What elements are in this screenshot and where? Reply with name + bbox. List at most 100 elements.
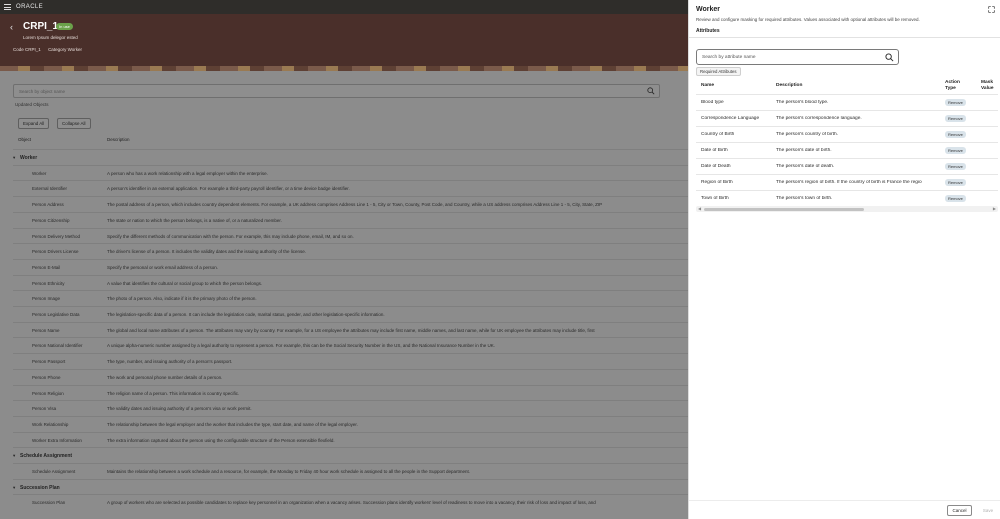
object-name: Person Phone [32, 374, 61, 380]
action-type-remove[interactable]: Remove [945, 195, 966, 202]
table-row[interactable]: External Identifier A person's identifier… [13, 180, 688, 196]
object-name: Person Citizenship [32, 217, 70, 223]
table-row[interactable]: Person Ethnicity A value that identifies … [13, 274, 688, 291]
table-row[interactable]: Person Legislative Data The legislation-s… [13, 306, 688, 322]
table-row[interactable]: Succession Plan A group of workers who ar… [13, 494, 688, 510]
attribute-name: Country of Birth [701, 132, 735, 137]
object-name: Worker Extra Information [32, 437, 82, 443]
object-name: Schedule Assignment [32, 469, 76, 474]
object-name: External Identifier [32, 186, 68, 192]
attribute-row[interactable]: Blood type The person's blood type. Remove [696, 94, 998, 110]
action-type-remove[interactable]: Remove [945, 163, 966, 170]
table-row[interactable]: Person Image The photo of a person. Also,… [13, 290, 688, 306]
status-badge: In use [56, 23, 73, 30]
action-type-remove[interactable]: Remove [945, 179, 966, 186]
object-name: Person Delivery Method [32, 233, 81, 239]
object-name: Work Relationship [32, 421, 69, 427]
object-description: The relationship between the legal emplo… [107, 421, 358, 427]
object-description: Specify the personal or work email addre… [107, 264, 219, 270]
attribute-row[interactable]: Region of Birth The person's region of bi… [696, 174, 998, 190]
attribute-description: The person's country of birth. [776, 132, 838, 137]
attribute-name: Correspondence Language [701, 116, 760, 121]
group-label: Schedule Assignment [20, 453, 73, 460]
table-row[interactable]: Person E-Mail Specify the personal or wor… [13, 258, 688, 275]
table-row[interactable]: Person Citizenship The state or nation to… [13, 211, 688, 228]
object-name: Person Ethnicity [32, 280, 65, 286]
attribute-search-field[interactable]: Search by attribute name [696, 49, 899, 65]
group-row[interactable]: ▾ Schedule Assignment [13, 447, 688, 463]
table-row[interactable]: Schedule Assignment Maintains the relatio… [13, 463, 688, 479]
table-row[interactable]: Person Visa The validity dates and issuin… [13, 400, 688, 416]
table-row[interactable]: Person Phone The work and personal phone … [13, 368, 688, 385]
search-icon[interactable] [885, 53, 894, 62]
expand-all-button[interactable]: Expand All [18, 118, 50, 129]
table-row[interactable]: Worker Extra Information The extra inform… [13, 431, 688, 448]
attribute-description: The person's town of birth. [776, 196, 833, 201]
meta-category-value: Worker [67, 47, 83, 52]
action-type-remove[interactable]: Remove [945, 147, 966, 154]
group-label: Succession Plan [20, 484, 60, 491]
attribute-row[interactable]: Town of Birth The person's town of birth.… [696, 190, 998, 206]
attribute-description: The person's correspondence language. [776, 116, 862, 121]
object-name: Person Visa [32, 406, 57, 412]
table-row[interactable]: Person Name The global and local name att… [13, 321, 688, 338]
object-description: The postal address of a person, which in… [107, 202, 603, 208]
scroll-right-icon[interactable]: ▶ [993, 206, 996, 211]
cancel-button[interactable]: Cancel [947, 505, 972, 516]
search-icon[interactable] [647, 87, 655, 95]
object-description: The photo of a person. Also, indicate if… [107, 296, 257, 302]
object-description: The extra information captured about the… [107, 437, 335, 443]
chevron-down-icon[interactable]: ▾ [13, 485, 15, 491]
object-name: Person Legislative Data [32, 312, 80, 317]
table-row[interactable]: Work Relationship The relationship betwee… [13, 415, 688, 432]
attribute-row[interactable]: Date of Death The person's date of death.… [696, 158, 998, 174]
page-hero: ‹ CRPI_1 In use Lorem Ipsum delegor este… [0, 14, 688, 71]
object-description: A person's identifier in an external app… [107, 186, 350, 192]
attribute-row[interactable]: Date of Birth The person's date of birth.… [696, 142, 998, 158]
table-row[interactable]: Person Address The postal address of a pe… [13, 196, 688, 212]
table-row[interactable]: Person Religion The religion name of a pe… [13, 384, 688, 401]
table-row[interactable]: Worker A person who has a work relationsh… [13, 164, 688, 181]
object-name: Person Drivers License [32, 249, 79, 255]
column-header-description: Description [107, 137, 130, 142]
scrollbar-thumb[interactable] [704, 207, 864, 211]
object-search-field[interactable]: Search by object name [13, 84, 660, 98]
object-description: The religion name of a person. This info… [107, 390, 240, 396]
chevron-down-icon[interactable]: ▾ [13, 453, 15, 459]
object-description: The global and local name attributes of … [107, 327, 595, 333]
required-attributes-chip[interactable]: Required Attributes [696, 67, 741, 76]
meta-code-label: Code [13, 47, 24, 52]
table-row[interactable]: Person Passport The type, number, and iss… [13, 353, 688, 369]
attribute-description: The person's blood type. [776, 100, 829, 105]
table-row[interactable]: Person Drivers License The driver's licen… [13, 243, 688, 259]
attribute-search-input[interactable]: Search by attribute name [702, 55, 756, 60]
action-type-remove[interactable]: Remove [945, 99, 966, 106]
object-description: The legislation-specific data of a perso… [107, 312, 385, 317]
table-row[interactable]: Person National Identifier A unique alpha… [13, 337, 688, 353]
object-search-input[interactable]: Search by object name [19, 89, 65, 94]
attribute-description: The person's date of birth. [776, 148, 832, 153]
collapse-all-button[interactable]: Collapse All [57, 118, 91, 129]
horizontal-scrollbar[interactable]: ◀ ▶ [696, 206, 998, 212]
attribute-row[interactable]: Country of Birth The person's country of … [696, 126, 998, 142]
object-name: Person National Identifier [32, 343, 83, 349]
column-header-mask-value: Mask Value [981, 80, 994, 91]
chevron-down-icon[interactable]: ▾ [13, 155, 15, 161]
table-row[interactable]: Person Delivery Method Specify the differ… [13, 227, 688, 244]
page-subtitle: Lorem Ipsum delegor ested [23, 35, 78, 40]
action-type-remove[interactable]: Remove [945, 115, 966, 122]
object-description: The driver's license of a person. It inc… [107, 249, 306, 255]
attribute-row[interactable]: Correspondence Language The person's corr… [696, 110, 998, 126]
expand-icon[interactable] [988, 6, 995, 13]
scroll-left-icon[interactable]: ◀ [698, 206, 701, 211]
group-row[interactable]: ▾ Succession Plan [13, 478, 688, 495]
save-button[interactable]: Save [978, 505, 998, 516]
attribute-name: Date of Birth [701, 148, 728, 153]
back-icon[interactable]: ‹ [10, 22, 13, 32]
action-type-remove[interactable]: Remove [945, 131, 966, 138]
meta-code-value: CRPI_1 [25, 47, 41, 52]
object-description: The validity dates and issuing authority… [107, 406, 252, 412]
menu-icon[interactable] [4, 4, 11, 10]
attribute-name: Town of Birth [701, 196, 729, 201]
group-row[interactable]: ▾ Worker [13, 149, 688, 165]
